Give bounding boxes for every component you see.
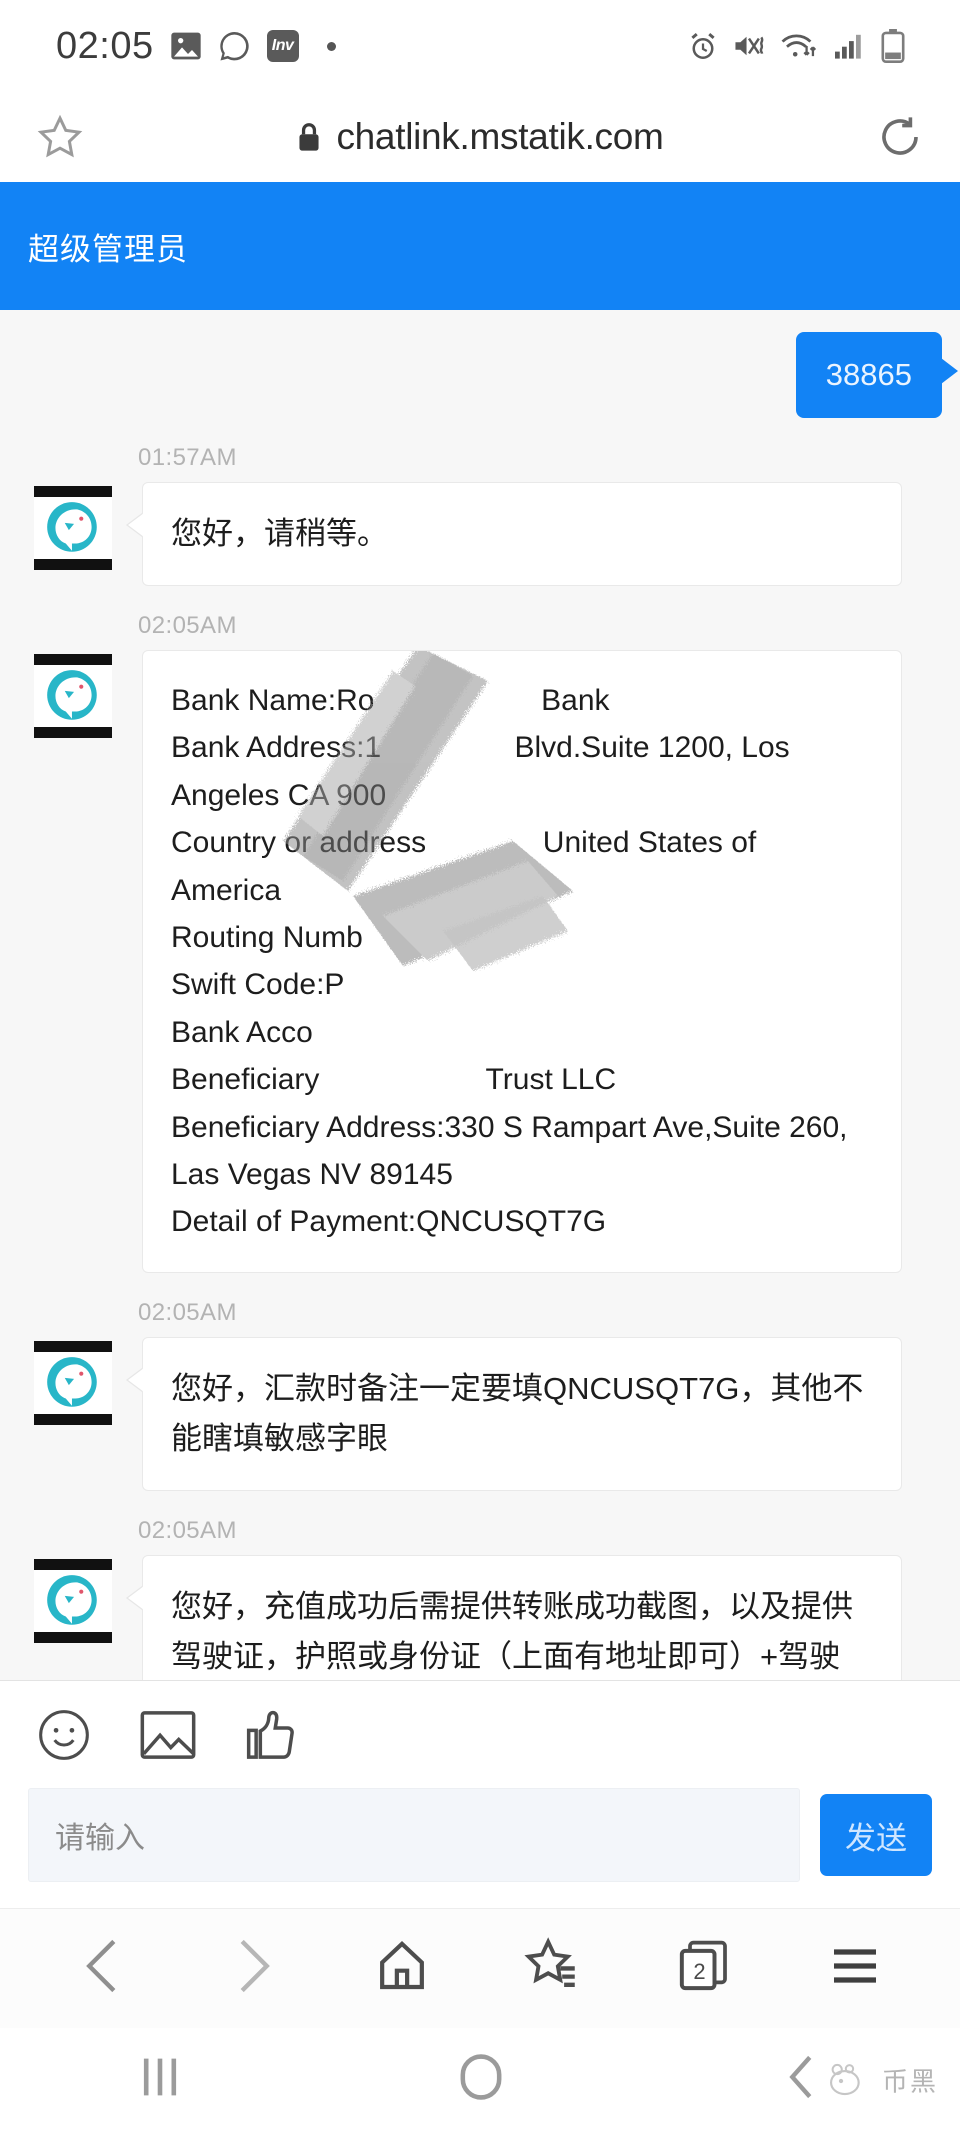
bank-details-line: Angeles CA 900 bbox=[171, 778, 387, 812]
tabs-icon[interactable]: 2 bbox=[676, 1937, 732, 2000]
bank-details-line: America bbox=[171, 873, 282, 907]
signal-icon bbox=[833, 32, 865, 60]
status-bar-right bbox=[688, 29, 932, 63]
message-bubble-bank-details[interactable]: Bank Name:Ro Bank Bank Address:1 Blvd.Sui… bbox=[142, 650, 902, 1273]
bank-details-line: Las Vegas NV 89145 bbox=[171, 1157, 453, 1191]
home-circle-icon[interactable] bbox=[458, 2052, 504, 2107]
image-icon[interactable] bbox=[140, 1710, 196, 1765]
app-header: 超级管理员 bbox=[0, 182, 960, 310]
message-bubble-outgoing[interactable]: 38865 bbox=[795, 332, 959, 418]
message-row-outgoing: 38865 bbox=[0, 310, 960, 418]
phone-screen: 02:05 Inv chatlink.mstatik.com 超级管理员 388… bbox=[0, 0, 960, 2133]
reload-icon[interactable] bbox=[876, 113, 924, 161]
message-composer: 请输入 发送 bbox=[0, 1680, 960, 1908]
star-icon[interactable] bbox=[36, 113, 84, 161]
avatar-bar-top bbox=[34, 1340, 112, 1352]
message-bubble-incoming[interactable]: 您好，请稍等。 bbox=[126, 481, 902, 587]
avatar bbox=[34, 485, 112, 570]
smiley-icon[interactable] bbox=[36, 1707, 92, 1768]
page-title: 超级管理员 bbox=[28, 231, 188, 267]
watermark-text: 币黑 bbox=[881, 2066, 938, 2096]
message-row-incoming: 02:05AM Bank Name:Ro Bank Bank Address:1 … bbox=[0, 586, 960, 1273]
message-row-incoming: 01:57AM 您好，请稍等。 bbox=[0, 418, 960, 587]
avatar-bar-bottom bbox=[34, 1413, 112, 1425]
avatar-bird-icon bbox=[34, 665, 112, 728]
star-list-icon[interactable] bbox=[524, 1937, 582, 2000]
browser-url-bar[interactable]: chatlink.mstatik.com bbox=[0, 92, 960, 182]
bank-details-line: Beneficiary Trust LLC bbox=[171, 1063, 617, 1097]
url-display[interactable]: chatlink.mstatik.com bbox=[84, 116, 876, 158]
recents-icon[interactable] bbox=[138, 2054, 182, 2105]
avatar-bar-bottom bbox=[34, 727, 112, 739]
whatsapp-icon bbox=[218, 30, 251, 63]
browser-nav-bar: 2 bbox=[0, 1908, 960, 2028]
bank-details-line: Bank Name:Ro Bank bbox=[171, 684, 610, 718]
inv-app-icon: Inv bbox=[266, 30, 299, 62]
status-bar: 02:05 Inv bbox=[0, 0, 960, 92]
message-input-placeholder: 请输入 bbox=[55, 1822, 145, 1855]
bank-details-line: Detail of Payment:QNCUSQT7G bbox=[171, 1205, 607, 1239]
bank-details-line: Beneficiary Address:330 S Rampart Ave,Su… bbox=[171, 1110, 848, 1144]
watermark: 币黑 bbox=[828, 2061, 938, 2098]
tab-count-label: 2 bbox=[693, 1959, 706, 1985]
back-icon[interactable] bbox=[780, 2053, 822, 2106]
avatar-bird-icon bbox=[34, 1351, 112, 1414]
bank-details-line: Swift Code:P bbox=[171, 968, 345, 1002]
avatar-bar-top bbox=[34, 485, 112, 497]
message-bubble-incoming[interactable]: 您好，充值成功后需提供转账成功截图，以及提供驾驶证，护照或身份证（上面有地址即可… bbox=[126, 1555, 902, 1680]
bank-details-line: Bank Acco bbox=[171, 1015, 313, 1049]
avatar-bar-bottom bbox=[34, 558, 112, 570]
dot-indicator-icon bbox=[326, 41, 336, 51]
composer-input-row: 请输入 发送 bbox=[0, 1782, 960, 1908]
avatar-bird-icon bbox=[34, 496, 112, 559]
watermark-logo-icon bbox=[829, 2063, 860, 2096]
bank-details-line: Bank Address:1 Blvd.Suite 1200, Los bbox=[171, 731, 790, 765]
avatar-bird-icon bbox=[34, 1570, 112, 1633]
battery-icon bbox=[880, 29, 906, 63]
forward-chevron-icon[interactable] bbox=[225, 1936, 279, 2001]
alarm-icon bbox=[688, 31, 718, 61]
bank-details-text: Bank Name:Ro Bank Bank Address:1 Blvd.Sui… bbox=[171, 677, 873, 1246]
hamburger-menu-icon[interactable] bbox=[827, 1941, 883, 1996]
message-timestamp: 02:05AM bbox=[138, 1517, 237, 1545]
photo-icon bbox=[170, 31, 202, 61]
url-text: chatlink.mstatik.com bbox=[336, 116, 664, 157]
avatar bbox=[34, 654, 112, 739]
avatar bbox=[34, 1340, 112, 1425]
message-row-incoming: 02:05AM 您好，汇款时备注一定要填QNCUSQT7G，其他不能瞎填敏感字眼 bbox=[0, 1273, 960, 1492]
status-time: 02:05 bbox=[56, 24, 154, 67]
avatar-bar-top bbox=[34, 1559, 112, 1571]
avatar-bar-bottom bbox=[34, 1632, 112, 1644]
back-chevron-icon[interactable] bbox=[77, 1936, 131, 2001]
wifi-icon bbox=[780, 32, 818, 60]
message-input[interactable]: 请输入 bbox=[28, 1788, 800, 1882]
status-bar-left: 02:05 Inv bbox=[28, 25, 688, 68]
composer-toolbar bbox=[0, 1681, 960, 1782]
message-timestamp: 01:57AM bbox=[138, 443, 237, 471]
send-button[interactable]: 发送 bbox=[820, 1794, 932, 1876]
bank-details-line: Routing Numb bbox=[171, 921, 363, 955]
lock-icon bbox=[296, 122, 322, 152]
chat-message-list[interactable]: 38865 01:57AM 您好，请稍等。 02:05AM Bank Name:… bbox=[0, 310, 960, 1680]
thumbs-up-icon[interactable] bbox=[244, 1708, 300, 1767]
home-icon[interactable] bbox=[374, 1937, 430, 2000]
message-bubble-incoming[interactable]: 您好，汇款时备注一定要填QNCUSQT7G，其他不能瞎填敏感字眼 bbox=[126, 1336, 902, 1492]
bank-details-line: Country or address United States of bbox=[171, 826, 757, 860]
mute-vibrate-icon bbox=[733, 32, 765, 60]
message-timestamp: 02:05AM bbox=[138, 1298, 237, 1326]
avatar-bar-top bbox=[34, 654, 112, 666]
message-timestamp: 02:05AM bbox=[138, 612, 237, 640]
system-nav-bar: 币黑 bbox=[0, 2028, 960, 2131]
message-row-incoming: 02:05AM 您好，充值成功后需提供转账成功截图，以及提供驾驶证，护照或身份证… bbox=[0, 1491, 960, 1680]
avatar bbox=[34, 1559, 112, 1644]
